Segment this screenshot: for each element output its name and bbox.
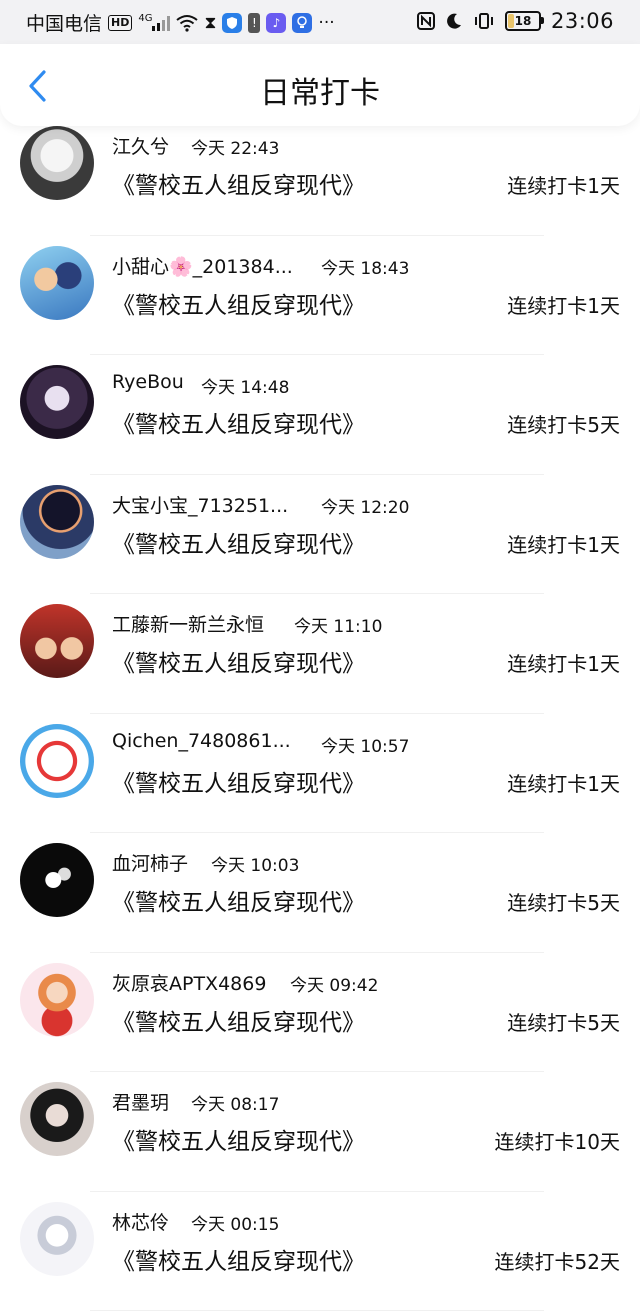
checkin-time: 今天 09:42	[290, 971, 378, 996]
carrier-label: 中国电信	[26, 9, 102, 36]
battery-icon: 18	[505, 11, 541, 31]
streak-label: 连续打卡1天	[507, 170, 620, 199]
book-title[interactable]: 《警校五人组反穿现代》	[112, 405, 365, 439]
user-name[interactable]: 大宝小宝_713251...	[112, 491, 288, 518]
avatar[interactable]	[20, 1082, 94, 1156]
nfc-icon	[417, 12, 435, 30]
user-name[interactable]: 血河柿子	[112, 849, 188, 876]
checkin-item[interactable]: 工藤新一新兰永恒 今天 11:10 《警校五人组反穿现代》 连续打卡1天	[0, 594, 640, 714]
user-name[interactable]: 江久兮	[112, 132, 169, 159]
checkin-item[interactable]: 君墨玥 今天 08:17 《警校五人组反穿现代》 连续打卡10天	[0, 1072, 640, 1192]
music-app-icon: ♪	[266, 13, 286, 33]
user-name[interactable]: Qichen_7480861...	[112, 730, 291, 752]
checkin-item[interactable]: 灰原哀APTX4869 今天 09:42 《警校五人组反穿现代》 连续打卡5天	[0, 953, 640, 1073]
book-title[interactable]: 《警校五人组反穿现代》	[112, 1122, 365, 1156]
streak-label: 连续打卡1天	[507, 768, 620, 797]
checkin-list: 江久兮 今天 22:43 《警校五人组反穿现代》 连续打卡1天 小甜心🌸_201…	[0, 116, 640, 1311]
checkin-time: 今天 22:43	[191, 134, 279, 159]
checkin-item[interactable]: 林芯伶 今天 00:15 《警校五人组反穿现代》 连续打卡52天	[0, 1192, 640, 1311]
checkin-time: 今天 00:15	[191, 1210, 279, 1235]
vibrate-icon	[473, 12, 495, 30]
battery-level: 18	[515, 14, 532, 28]
avatar[interactable]	[20, 843, 94, 917]
avatar[interactable]	[20, 246, 94, 320]
avatar[interactable]	[20, 963, 94, 1037]
streak-label: 连续打卡1天	[507, 529, 620, 558]
book-title[interactable]: 《警校五人组反穿现代》	[112, 286, 365, 320]
checkin-time: 今天 11:10	[294, 612, 382, 637]
streak-label: 连续打卡1天	[507, 648, 620, 677]
status-right: 18 23:06	[417, 9, 614, 33]
checkin-time: 今天 10:57	[321, 732, 409, 757]
streak-label: 连续打卡1天	[507, 290, 620, 319]
network-type: 4G	[138, 13, 152, 24]
streak-label: 连续打卡5天	[507, 1007, 620, 1036]
user-name[interactable]: 工藤新一新兰永恒	[112, 610, 264, 637]
clock: 23:06	[551, 9, 614, 33]
page-title: 日常打卡	[0, 68, 640, 112]
book-title[interactable]: 《警校五人组反穿现代》	[112, 166, 365, 200]
hourglass-icon: ⧗	[204, 13, 216, 33]
avatar[interactable]	[20, 126, 94, 200]
book-title[interactable]: 《警校五人组反穿现代》	[112, 525, 365, 559]
bulb-app-icon	[292, 13, 312, 33]
status-left: 中国电信 HD 4G ⧗ ! ♪ ···	[26, 9, 335, 36]
checkin-time: 今天 08:17	[191, 1090, 279, 1115]
avatar[interactable]	[20, 1202, 94, 1276]
avatar[interactable]	[20, 604, 94, 678]
avatar[interactable]	[20, 365, 94, 439]
book-title[interactable]: 《警校五人组反穿现代》	[112, 1242, 365, 1276]
user-name[interactable]: 小甜心🌸_201384...	[112, 252, 293, 279]
checkin-item[interactable]: Qichen_7480861... 今天 10:57 《警校五人组反穿现代》 连…	[0, 714, 640, 834]
checkin-item[interactable]: RyeBou 今天 14:48 《警校五人组反穿现代》 连续打卡5天	[0, 355, 640, 475]
checkin-item[interactable]: 江久兮 今天 22:43 《警校五人组反穿现代》 连续打卡1天	[0, 116, 640, 236]
book-title[interactable]: 《警校五人组反穿现代》	[112, 883, 365, 917]
book-title[interactable]: 《警校五人组反穿现代》	[112, 764, 365, 798]
checkin-time: 今天 18:43	[321, 254, 409, 279]
checkin-item[interactable]: 血河柿子 今天 10:03 《警校五人组反穿现代》 连续打卡5天	[0, 833, 640, 953]
more-icon: ···	[318, 13, 334, 33]
status-bar: 中国电信 HD 4G ⧗ ! ♪ ··· 18	[0, 0, 640, 44]
moon-icon	[445, 12, 463, 30]
avatar[interactable]	[20, 724, 94, 798]
streak-label: 连续打卡10天	[495, 1126, 620, 1155]
checkin-item[interactable]: 大宝小宝_713251... 今天 12:20 《警校五人组反穿现代》 连续打卡…	[0, 475, 640, 595]
user-name[interactable]: RyeBou	[112, 371, 184, 393]
user-name[interactable]: 灰原哀APTX4869	[112, 969, 266, 996]
book-title[interactable]: 《警校五人组反穿现代》	[112, 1003, 365, 1037]
alert-icon: !	[248, 13, 260, 33]
user-name[interactable]: 林芯伶	[112, 1208, 169, 1235]
streak-label: 连续打卡5天	[507, 409, 620, 438]
cell-signal-icon: 4G	[138, 15, 170, 31]
shield-app-icon	[222, 13, 242, 33]
avatar[interactable]	[20, 485, 94, 559]
user-name[interactable]: 君墨玥	[112, 1088, 169, 1115]
checkin-time: 今天 12:20	[321, 493, 409, 518]
checkin-time: 今天 14:48	[201, 373, 289, 398]
hd-badge: HD	[108, 15, 132, 31]
checkin-item[interactable]: 小甜心🌸_201384... 今天 18:43 《警校五人组反穿现代》 连续打卡…	[0, 236, 640, 356]
book-title[interactable]: 《警校五人组反穿现代》	[112, 644, 365, 678]
streak-label: 连续打卡52天	[495, 1246, 620, 1275]
nav-bar: 日常打卡	[0, 44, 640, 126]
checkin-time: 今天 10:03	[211, 851, 299, 876]
wifi-icon	[176, 14, 198, 32]
streak-label: 连续打卡5天	[507, 887, 620, 916]
